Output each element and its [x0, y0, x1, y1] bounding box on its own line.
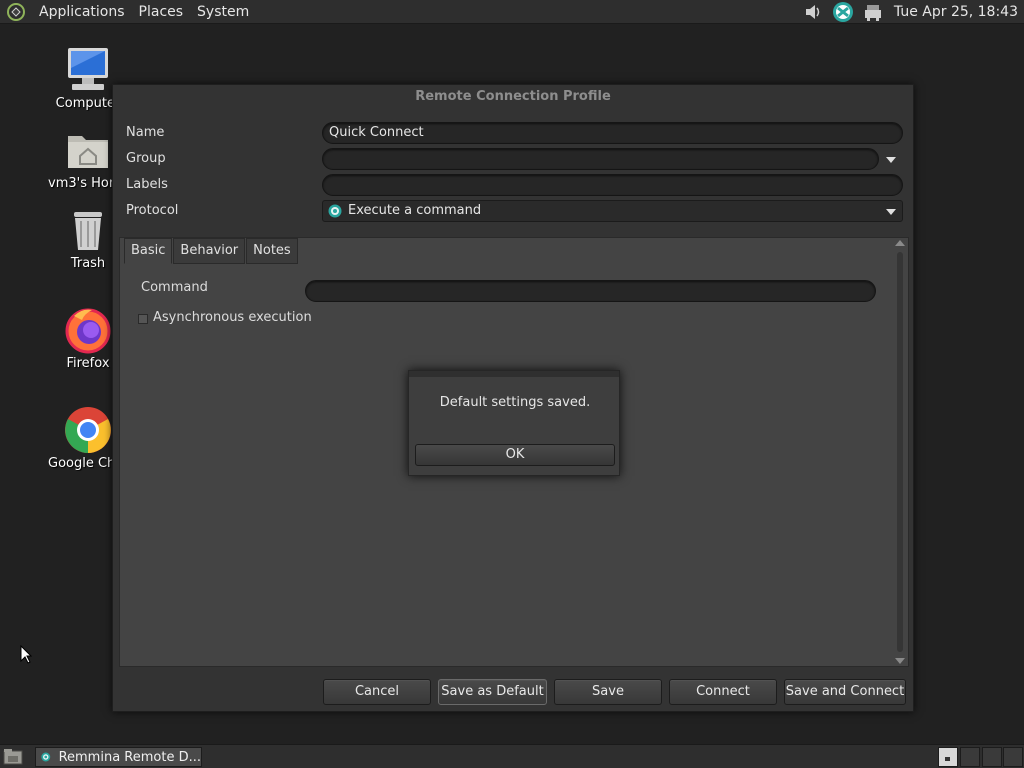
save-and-connect-button[interactable]: Save and Connect	[784, 679, 906, 705]
bottom-panel: Remmina Remote D...	[0, 744, 1024, 768]
name-input[interactable]: Quick Connect	[322, 122, 903, 144]
group-dropdown-arrow-icon[interactable]	[886, 157, 896, 163]
tab-basic[interactable]: Basic	[124, 238, 173, 264]
remmina-app-icon	[41, 752, 51, 762]
taskbar-remmina-item[interactable]: Remmina Remote D...	[35, 747, 202, 767]
chrome-icon	[65, 407, 111, 453]
protocol-row: Protocol	[126, 199, 178, 221]
group-input[interactable]	[322, 148, 879, 170]
async-execution-label[interactable]: Asynchronous execution	[153, 310, 312, 325]
protocol-value: Execute a command	[348, 203, 482, 218]
volume-icon[interactable]	[802, 1, 824, 23]
show-desktop-icon[interactable]	[3, 748, 23, 766]
dialog-message: Default settings saved.	[439, 395, 591, 410]
name-row: Name	[126, 121, 164, 143]
mouse-pointer-icon	[20, 645, 32, 664]
group-row: Group	[126, 147, 166, 169]
remmina-tray-icon[interactable]	[832, 1, 854, 23]
cancel-button[interactable]: Cancel	[323, 679, 431, 705]
labels-label: Labels	[126, 176, 168, 192]
workspace-3[interactable]	[982, 747, 1002, 767]
workspace-1[interactable]	[938, 747, 958, 767]
workspace-4[interactable]	[1003, 747, 1023, 767]
protocol-dropdown-arrow-icon[interactable]	[886, 209, 896, 215]
menu-system[interactable]: System	[190, 0, 256, 24]
labels-row: Labels	[126, 173, 168, 195]
firefox-icon	[65, 308, 111, 354]
monitor-icon	[68, 48, 108, 90]
clock[interactable]: Tue Apr 25, 18:43	[894, 4, 1018, 20]
dialog-titlebar[interactable]	[409, 371, 619, 377]
scroll-down-arrow-icon[interactable]	[895, 658, 905, 664]
trash-icon	[74, 212, 102, 250]
name-label: Name	[126, 124, 165, 140]
protocol-label: Protocol	[126, 202, 179, 218]
tab-behavior[interactable]: Behavior	[173, 238, 246, 264]
taskbar-item-label: Remmina Remote D...	[58, 749, 201, 765]
ok-button[interactable]: OK	[415, 444, 615, 466]
distro-logo-icon[interactable]	[6, 2, 26, 22]
protocol-select[interactable]: Execute a command	[322, 200, 903, 222]
save-as-default-button[interactable]: Save as Default	[438, 679, 547, 705]
protocol-plugin-icon	[328, 204, 342, 218]
save-button[interactable]: Save	[554, 679, 662, 705]
system-tray: Tue Apr 25, 18:43	[798, 0, 1024, 24]
menu-applications[interactable]: Applications	[32, 0, 132, 24]
command-input[interactable]	[305, 280, 876, 302]
scroll-up-arrow-icon[interactable]	[895, 240, 905, 246]
workspace-2[interactable]	[960, 747, 980, 767]
home-folder-icon	[68, 136, 108, 168]
group-label: Group	[126, 150, 166, 166]
top-panel: Applications Places System Tue Apr 25, 1…	[0, 0, 1024, 24]
menu-places[interactable]: Places	[132, 0, 191, 24]
connect-button[interactable]: Connect	[669, 679, 777, 705]
async-execution-checkbox[interactable]	[138, 314, 148, 324]
scrollbar-track[interactable]	[897, 252, 903, 652]
workspace-window-preview	[945, 757, 950, 761]
network-icon[interactable]	[862, 1, 884, 23]
message-dialog: Default settings saved. OK	[408, 370, 620, 476]
command-label: Command	[141, 280, 208, 295]
tab-bar: Basic Behavior Notes	[124, 238, 299, 264]
labels-input[interactable]	[322, 174, 903, 196]
window-title[interactable]: Remote Connection Profile	[113, 85, 913, 111]
notebook-scrollbar[interactable]	[894, 240, 906, 664]
tab-notes[interactable]: Notes	[246, 238, 298, 264]
